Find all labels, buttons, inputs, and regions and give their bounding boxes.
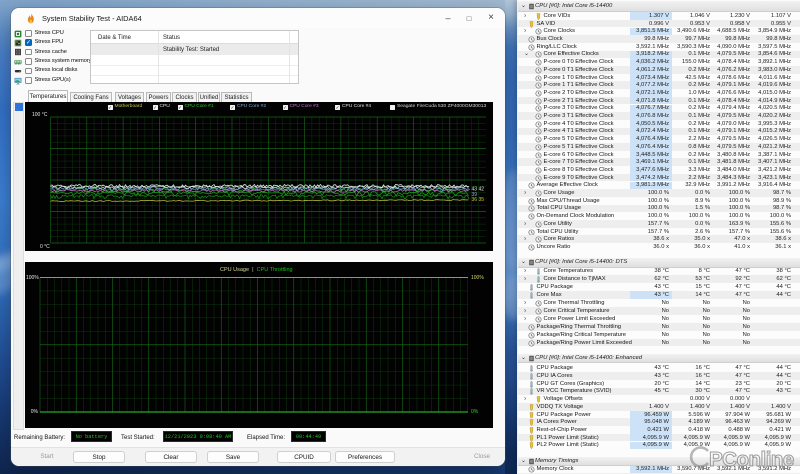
svg-text:PConline: PConline	[709, 448, 794, 471]
svg-text:36 35: 36 35	[472, 197, 485, 203]
